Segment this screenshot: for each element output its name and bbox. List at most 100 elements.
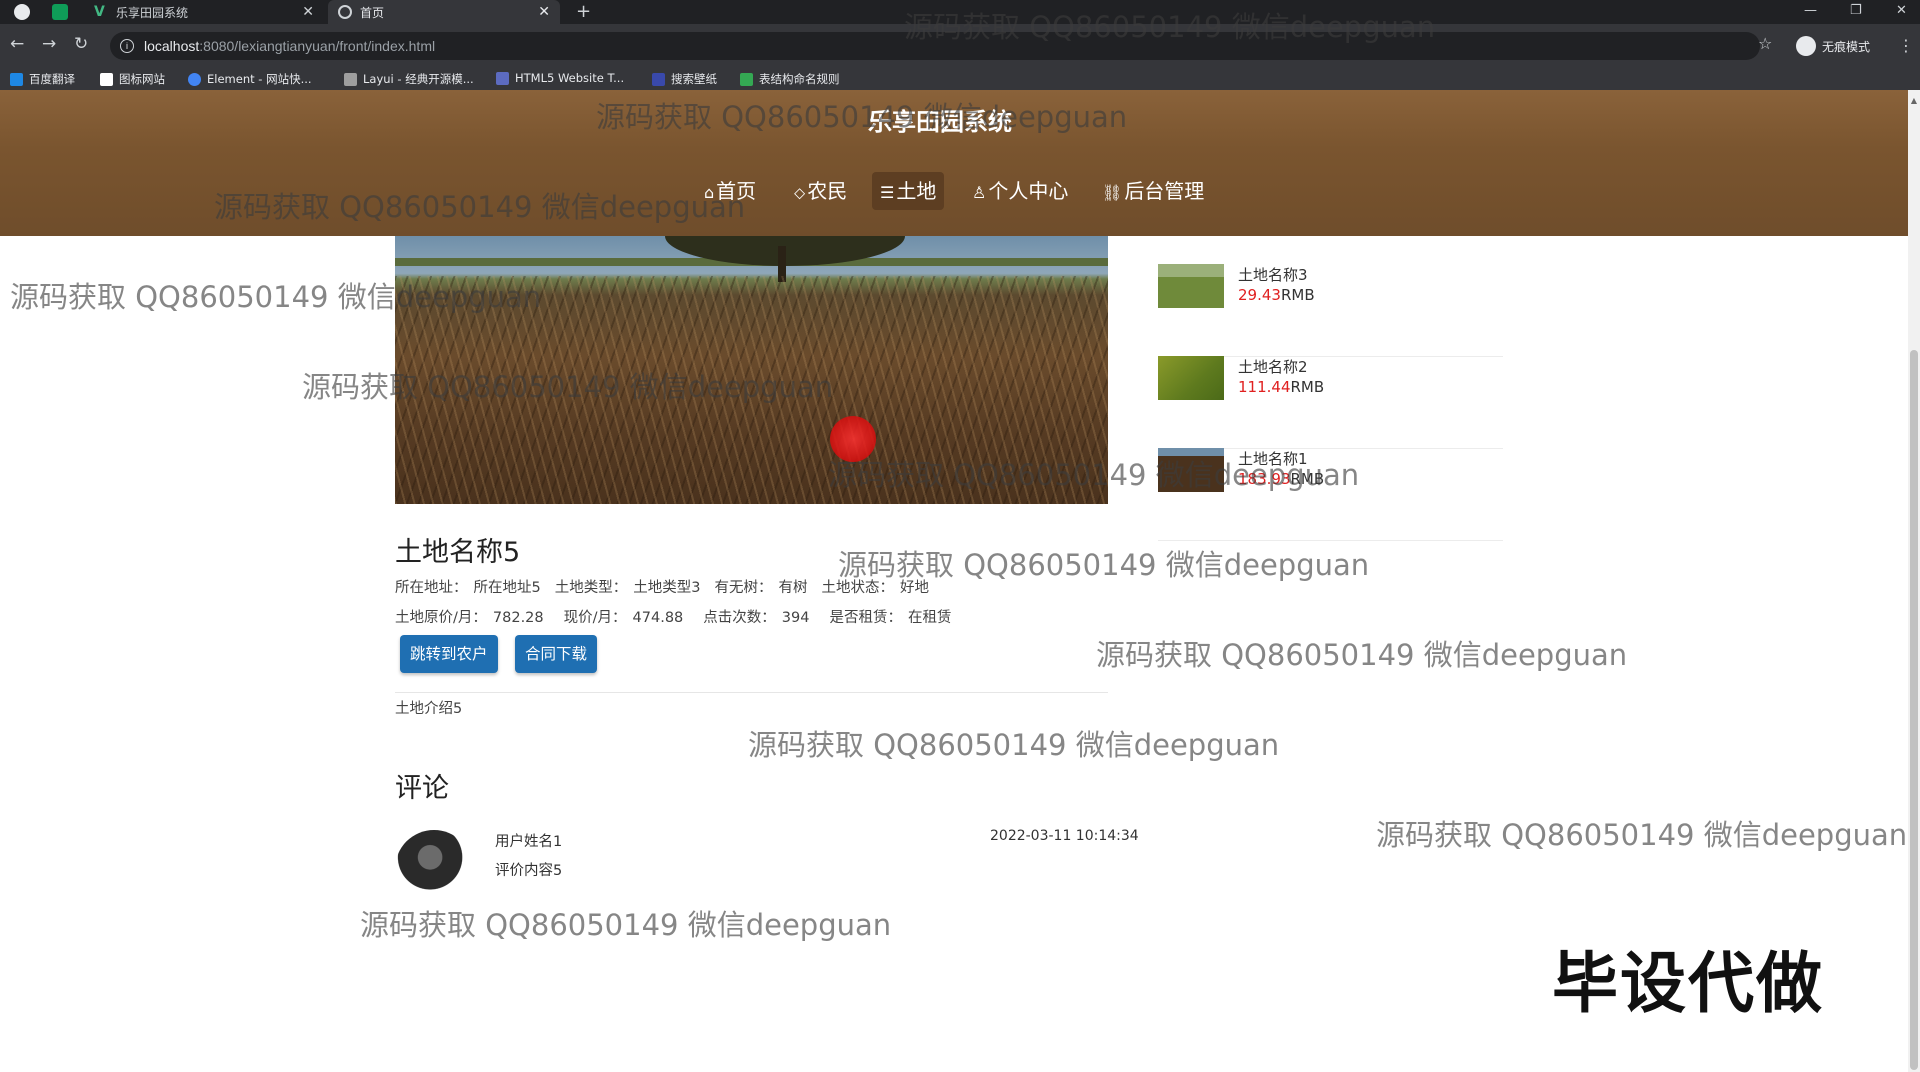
bookmark-star-icon[interactable]: ☆ [1758,34,1772,53]
contract-download-button[interactable]: 合同下载 [515,635,598,673]
nav-farmer[interactable]: ⬦ 农民 [786,172,855,210]
watermark: 源码获取 QQ86050149 微信deepguan [302,370,834,404]
watermark: 源码获取 QQ86050149 微信deepguan [1096,638,1628,672]
cur-price-label: 现价/月： [563,610,627,626]
comment-content: 评价内容5 [495,863,563,879]
pinned-tab-icon[interactable] [14,4,30,20]
land-thumbnail [1158,356,1224,400]
vue-icon: V [94,4,105,20]
land-intro: 土地介绍5 [395,701,463,717]
price-value: 29.43 [1238,286,1281,304]
bookmark-label: HTML5 Website T... [515,71,625,85]
side-land-name: 土地名称3 [1238,266,1308,284]
sheet-icon [740,72,753,86]
close-icon[interactable]: ✕ [302,4,314,20]
tag-icon: ⬦ [794,183,806,202]
new-tab-button[interactable]: + [576,0,591,24]
incognito-icon [1796,36,1816,56]
layui-icon [344,72,357,86]
watermark: 源码获取 QQ86050149 微信deepguan [596,100,1128,134]
bookmarks-bar: 百度翻译 图标网站 Element - 网站快... Layui - 经典开源模… [0,68,1920,90]
bookmark-item[interactable]: 搜索壁纸 [652,71,717,87]
scrollbar-thumb[interactable] [1910,350,1918,1070]
restore-button[interactable]: ❐ [1850,0,1862,24]
flag-icon [100,72,113,86]
price-value: 111.44 [1238,378,1291,396]
translate-icon [10,72,23,86]
side-land-item[interactable]: 土地名称3 29.43RMB [1158,264,1503,357]
rented-value: 在租赁 [907,610,952,626]
browser-tab-active[interactable]: 首页 ✕ [328,0,560,24]
promo-text: 毕设代做 [1552,945,1824,1022]
address-label: 所在地址： [395,580,468,596]
incognito-profile[interactable]: 无痕模式 [1796,36,1870,56]
forward-icon[interactable]: → [42,34,56,54]
nav-label: 农民 [807,179,848,203]
tab-title: 乐享田园系统 [116,5,189,20]
element-icon [188,72,201,86]
close-icon[interactable]: ✕ [538,4,550,20]
watermark: 源码获取 QQ86050149 微信deepguan [904,10,1436,44]
cur-price-value: 474.88 [632,610,684,626]
info-icon[interactable]: i [120,39,134,53]
link-icon: ⛓ [1102,183,1123,202]
comment-user: 用户姓名1 [495,834,563,850]
type-value: 土地类型3 [633,580,701,596]
address-value: 所在地址5 [473,580,541,596]
watermark: 源码获取 QQ86050149 微信deepguan [10,280,542,314]
menu-icon[interactable]: ⋮ [1898,36,1914,55]
wallpaper-icon [652,72,665,86]
bookmark-item[interactable]: Layui - 经典开源模... [344,71,474,87]
bookmark-label: 百度翻译 [29,72,75,86]
bookmark-item[interactable]: HTML5 Website T... [496,71,624,85]
watermark: 源码获取 QQ86050149 微信deepguan [828,458,1360,492]
trees-value: 有树 [778,580,808,596]
watermark: 源码获取 QQ86050149 微信deepguan [838,548,1370,582]
avatar [395,830,473,908]
side-land-item[interactable]: 土地名称2 111.44RMB [1158,356,1503,449]
bookmark-label: 搜索壁纸 [671,72,717,86]
trees-label: 有无树： [714,580,773,596]
side-land-price: 29.43RMB [1238,286,1315,304]
nav-admin[interactable]: ⛓ 后台管理 [1094,172,1212,210]
orig-price-value: 782.28 [492,610,544,626]
nav-personal-center[interactable]: ♙ 个人中心 [964,172,1076,210]
clicks-label: 点击次数： [703,610,776,626]
goto-farmer-button[interactable]: 跳转到农户 [400,635,498,673]
rented-label: 是否租赁： [829,610,902,626]
clicks-value: 394 [781,610,810,626]
close-window-button[interactable]: ✕ [1896,0,1907,24]
side-land-price: 111.44RMB [1238,378,1324,396]
land-info-row-2: 土地原价/月： 782.28 现价/月： 474.88 点击次数： 394 是否租赁： 在租赁 [395,606,951,627]
land-thumbnail [1158,264,1224,308]
orig-price-label: 土地原价/月： [395,610,487,626]
bookmark-item[interactable]: 表结构命名规则 [740,71,840,87]
bookmark-item[interactable]: 百度翻译 [10,71,75,87]
nav-label: 后台管理 [1124,179,1205,203]
comment-time: 2022-03-11 10:14:34 [990,828,1139,844]
side-land-name: 土地名称2 [1238,358,1308,376]
bookmark-item[interactable]: 图标网站 [100,71,165,87]
bookmark-label: 表结构命名规则 [759,72,840,86]
html5-icon [496,71,509,85]
watermark: 源码获取 QQ86050149 微信deepguan [1376,818,1908,852]
type-label: 土地类型： [554,580,628,596]
back-icon[interactable]: ← [10,34,24,54]
url-path: :8080/lexiangtianyuan/front/index.html [199,38,436,54]
scroll-up-icon[interactable]: ▲ [1909,96,1919,106]
minimize-button[interactable]: — [1804,0,1817,24]
browser-tab[interactable]: V 乐享田园系统 ✕ [84,0,324,24]
pinned-sheet-icon[interactable] [52,4,68,20]
url-host: localhost [144,38,200,54]
watermark: 源码获取 QQ86050149 微信deepguan [214,190,746,224]
bookmark-label: Layui - 经典开源模... [363,72,474,86]
bookmark-label: 图标网站 [119,72,165,86]
watermark: 源码获取 QQ86050149 微信deepguan [748,728,1280,762]
bookmark-item[interactable]: Element - 网站快... [188,71,312,87]
layers-icon: ☰ [880,183,895,202]
reload-icon[interactable]: ↻ [74,34,88,54]
nav-land[interactable]: ☰ 土地 [872,172,945,210]
profile-label: 无痕模式 [1822,39,1871,54]
divider [395,692,1108,693]
bookmark-label: Element - 网站快... [207,72,312,86]
